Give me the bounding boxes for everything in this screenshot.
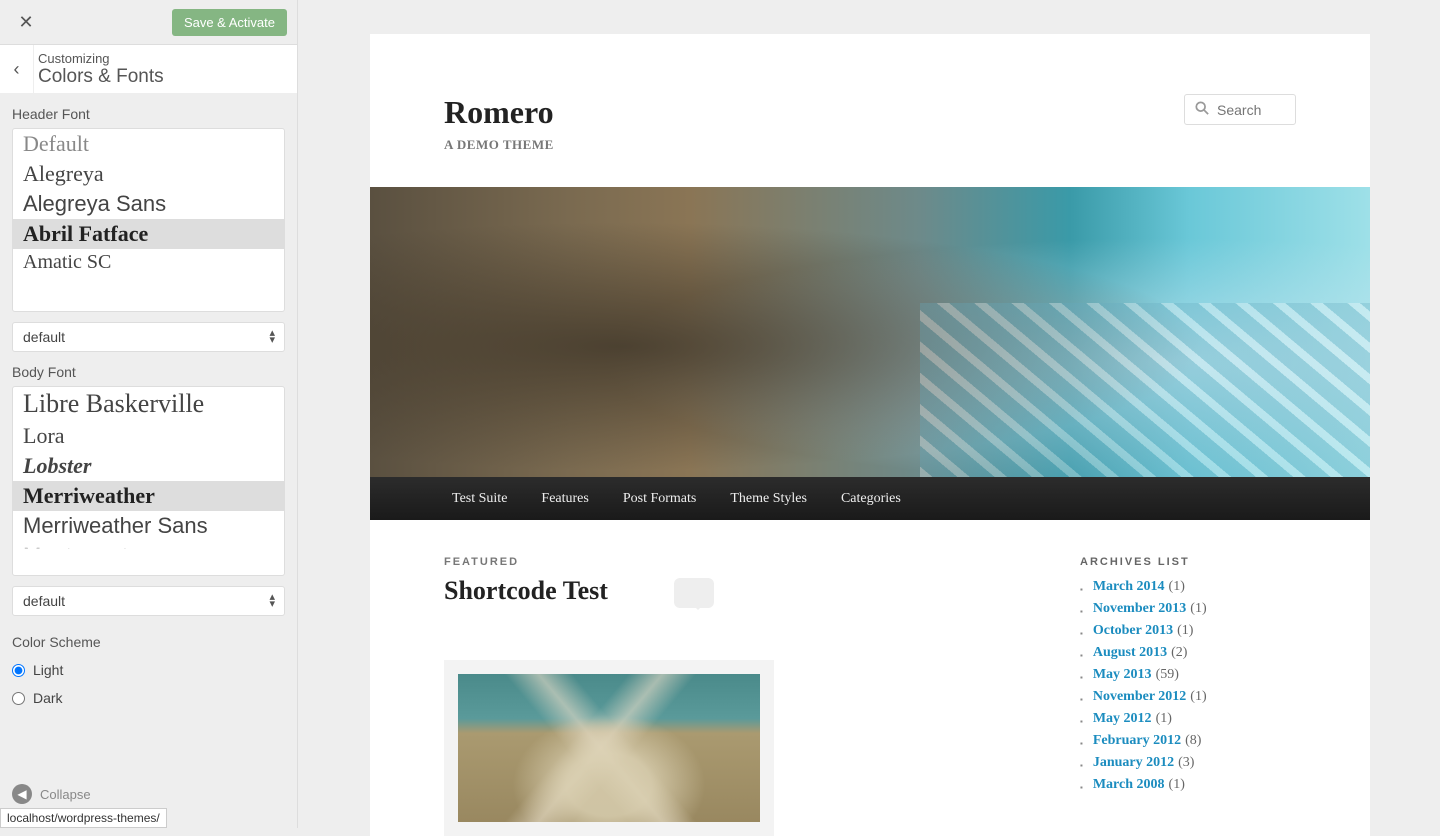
archive-item: January 2012(3) <box>1080 752 1360 774</box>
save-activate-button[interactable]: Save & Activate <box>172 9 287 36</box>
body-font-label: Body Font <box>12 364 285 380</box>
color-scheme-light[interactable]: Light <box>12 656 285 684</box>
archive-link[interactable]: March 2014 <box>1093 579 1165 594</box>
hero-image <box>370 187 1370 477</box>
featured-label: FEATURED <box>444 556 1024 568</box>
font-option-alegreya[interactable]: Alegreya <box>13 159 284 189</box>
font-option-lora[interactable]: Lora <box>13 421 284 451</box>
header-font-list[interactable]: Default Alegreya Alegreya Sans Abril Fat… <box>12 128 285 312</box>
font-option-merriweather[interactable]: Merriweather <box>13 481 284 511</box>
collapse-button[interactable]: ◀ Collapse <box>12 784 91 804</box>
main-column: FEATURED Shortcode Test <box>444 556 1024 836</box>
color-scheme-dark[interactable]: Dark <box>12 684 285 712</box>
radio-dark[interactable] <box>12 692 25 705</box>
body-font-control: Body Font Libre Baskerville Lora Lobster… <box>0 352 297 616</box>
customizing-label: Customizing <box>38 51 164 66</box>
archive-link[interactable]: February 2012 <box>1093 733 1181 748</box>
content-area: FEATURED Shortcode Test ARCHIVES LIST Ma… <box>370 520 1370 836</box>
archive-item: November 2012(1) <box>1080 686 1360 708</box>
archive-link[interactable]: November 2012 <box>1093 689 1186 704</box>
sidebar-topbar: ✕ Save & Activate <box>0 0 297 44</box>
font-option-montserrat[interactable]: Montserrat <box>13 541 284 549</box>
archives-widget: ARCHIVES LIST March 2014(1) November 201… <box>1080 556 1360 836</box>
nav-theme-styles[interactable]: Theme Styles <box>730 491 807 507</box>
back-arrow-icon[interactable]: ‹ <box>0 45 34 93</box>
nav-test-suite[interactable]: Test Suite <box>452 491 507 507</box>
site-tagline: A DEMO THEME <box>444 137 554 153</box>
archive-link[interactable]: October 2013 <box>1093 623 1173 638</box>
post-title[interactable]: Shortcode Test <box>444 576 1024 606</box>
search-box[interactable] <box>1184 94 1296 125</box>
color-scheme-control: Color Scheme Light Dark <box>0 622 297 712</box>
section-header: ‹ Customizing Colors & Fonts <box>0 44 297 94</box>
font-option-default[interactable]: Default <box>13 129 284 159</box>
radio-light[interactable] <box>12 664 25 677</box>
color-scheme-label: Color Scheme <box>12 634 285 650</box>
search-icon <box>1195 101 1209 118</box>
font-option-lobster[interactable]: Lobster <box>13 451 284 481</box>
font-option-amatic-sc[interactable]: Amatic SC <box>13 249 284 276</box>
archives-title: ARCHIVES LIST <box>1080 556 1360 568</box>
font-option-abril-fatface[interactable]: Abril Fatface <box>13 219 284 249</box>
site-title[interactable]: Romero <box>444 94 554 131</box>
archive-item: May 2013(59) <box>1080 664 1360 686</box>
collapse-icon: ◀ <box>12 784 32 804</box>
archive-item: November 2013(1) <box>1080 598 1360 620</box>
archives-list: March 2014(1) November 2013(1) October 2… <box>1080 576 1360 796</box>
font-option-alegreya-sans[interactable]: Alegreya Sans <box>13 189 284 219</box>
archive-link[interactable]: November 2013 <box>1093 601 1186 616</box>
archive-link[interactable]: May 2012 <box>1093 711 1152 726</box>
nav-bar: Test Suite Features Post Formats Theme S… <box>370 477 1370 520</box>
status-bar: localhost/wordpress-themes/ <box>0 808 167 828</box>
archive-link[interactable]: March 2008 <box>1093 777 1165 792</box>
body-font-list[interactable]: Libre Baskerville Lora Lobster Merriweat… <box>12 386 285 576</box>
font-option-merriweather-sans[interactable]: Merriweather Sans <box>13 511 284 541</box>
comment-bubble-icon[interactable] <box>674 578 714 608</box>
archive-item: August 2013(2) <box>1080 642 1360 664</box>
nav-post-formats[interactable]: Post Formats <box>623 491 697 507</box>
header-font-select[interactable]: default <box>12 322 285 352</box>
archive-item: May 2012(1) <box>1080 708 1360 730</box>
search-input[interactable] <box>1217 102 1281 118</box>
archive-item: March 2008(1) <box>1080 774 1360 796</box>
archive-item: March 2014(1) <box>1080 576 1360 598</box>
customizer-sidebar: ✕ Save & Activate ‹ Customizing Colors &… <box>0 0 298 828</box>
archive-link[interactable]: August 2013 <box>1093 645 1167 660</box>
header-font-control: Header Font Default Alegreya Alegreya Sa… <box>0 94 297 352</box>
body-font-select[interactable]: default <box>12 586 285 616</box>
site-header: Romero A DEMO THEME <box>370 34 1370 187</box>
nav-features[interactable]: Features <box>541 491 588 507</box>
section-title: Colors & Fonts <box>38 66 164 88</box>
font-option-libre-baskerville[interactable]: Libre Baskerville <box>13 387 284 421</box>
archive-link[interactable]: May 2013 <box>1093 667 1152 682</box>
post-image[interactable] <box>458 674 760 822</box>
archive-item: October 2013(1) <box>1080 620 1360 642</box>
theme-preview: Romero A DEMO THEME Test Suite Features … <box>370 34 1370 836</box>
close-icon[interactable]: ✕ <box>10 6 42 38</box>
post-image-frame <box>444 660 774 836</box>
header-font-label: Header Font <box>12 106 285 122</box>
archive-link[interactable]: January 2012 <box>1093 755 1174 770</box>
nav-categories[interactable]: Categories <box>841 491 901 507</box>
archive-item: February 2012(8) <box>1080 730 1360 752</box>
